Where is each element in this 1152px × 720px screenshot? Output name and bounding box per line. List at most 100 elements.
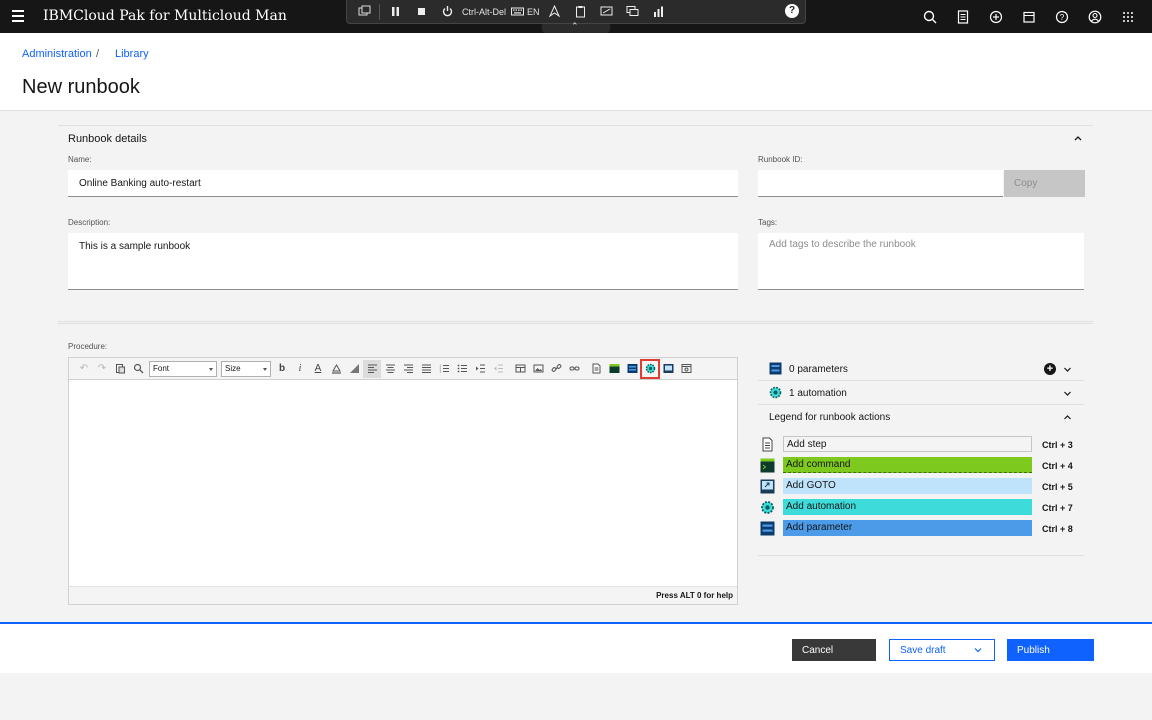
command-icon	[760, 458, 775, 473]
app-switcher-icon[interactable]	[1111, 0, 1144, 33]
description-textarea[interactable]: This is a sample runbook	[68, 233, 738, 290]
save-draft-label: Save draft	[900, 645, 946, 656]
tags-input[interactable]: Add tags to describe the runbook	[758, 233, 1084, 290]
shortcut-goto: Ctrl + 5	[1042, 482, 1073, 492]
separator	[379, 3, 380, 20]
clipboard-icon[interactable]	[568, 1, 594, 23]
parameters-count: 0 parameters	[789, 364, 848, 375]
chevron-down-icon	[974, 648, 982, 653]
unlink-icon[interactable]	[565, 360, 583, 378]
numbered-list-icon[interactable]: 123	[435, 360, 453, 378]
tags-label: Tags:	[758, 218, 778, 227]
chevron-up-icon[interactable]	[1073, 133, 1083, 143]
description-label: Description:	[68, 218, 111, 227]
add-parameter-icon[interactable]: +	[1044, 363, 1056, 375]
bold-icon[interactable]: b	[273, 360, 291, 378]
pointer-icon[interactable]	[542, 1, 568, 23]
help-icon[interactable]: ?	[1045, 0, 1078, 33]
justify-icon[interactable]	[417, 360, 435, 378]
chevron-down-icon[interactable]	[1063, 389, 1072, 398]
toolbar-collapse-tab[interactable]: ⌃	[542, 21, 610, 33]
undo-icon[interactable]: ↶	[75, 360, 93, 378]
shortcut-parameter: Ctrl + 8	[1042, 524, 1073, 534]
align-left-icon[interactable]	[363, 359, 381, 378]
add-command-icon[interactable]	[605, 360, 623, 378]
chevron-up-icon: ⌃	[571, 21, 579, 31]
screen-icon[interactable]	[594, 1, 620, 23]
svg-text:3: 3	[439, 370, 441, 374]
help-icon[interactable]: ?	[785, 4, 799, 18]
name-input[interactable]: Online Banking auto-restart	[68, 170, 738, 197]
bullet-list-icon[interactable]	[453, 360, 471, 378]
add-goto-icon[interactable]	[659, 360, 677, 378]
preview-icon[interactable]	[677, 360, 695, 378]
legend-item-step: Add step Ctrl + 3	[758, 435, 1084, 455]
stop-icon[interactable]	[408, 1, 434, 23]
monitors-icon[interactable]	[620, 1, 646, 23]
align-right-icon[interactable]	[399, 360, 417, 378]
step-icon	[762, 437, 773, 452]
automation-row[interactable]: 1 automation	[758, 381, 1084, 405]
align-center-icon[interactable]	[381, 360, 399, 378]
procedure-editor[interactable]: ↶ ↷ Font Size b i A 123 Press ALT 0 for …	[68, 357, 738, 605]
copy-button[interactable]: Copy	[1004, 170, 1085, 197]
paste-icon[interactable]	[111, 360, 129, 378]
ctrl-alt-del-button[interactable]: Ctrl-Alt-Del	[460, 1, 508, 23]
outdent-icon[interactable]	[489, 360, 507, 378]
stats-icon[interactable]	[646, 1, 672, 23]
breadcrumb-separator: /	[96, 48, 100, 60]
find-icon[interactable]	[129, 360, 147, 378]
chevron-down-icon[interactable]	[1063, 365, 1072, 374]
action-bar: Cancel Save draft Publish	[0, 622, 1152, 673]
legend-label-parameter: Add parameter	[783, 520, 1032, 536]
keyboard-language-button[interactable]: EN	[508, 1, 542, 23]
text-color-icon[interactable]: A	[309, 360, 327, 378]
highlight-color-icon[interactable]	[327, 360, 345, 378]
shortcut-step: Ctrl + 3	[1042, 440, 1073, 450]
legend-label-command: Add command	[783, 457, 1032, 473]
legend-item-parameter: Add parameter Ctrl + 8	[758, 519, 1084, 539]
add-step-icon[interactable]	[587, 360, 605, 378]
save-draft-button[interactable]: Save draft	[889, 639, 995, 661]
section-title: Runbook details	[68, 133, 147, 145]
legend-header[interactable]: Legend for runbook actions	[758, 405, 1084, 429]
procedure-label: Procedure:	[68, 342, 108, 351]
search-icon[interactable]	[913, 0, 946, 33]
shortcut-automation: Ctrl + 7	[1042, 503, 1073, 513]
size-select[interactable]: Size	[221, 360, 271, 377]
breadcrumb-administration[interactable]: Administration	[22, 48, 92, 60]
cancel-button[interactable]: Cancel	[792, 639, 876, 661]
table-icon[interactable]	[511, 360, 529, 378]
add-parameter-icon[interactable]	[623, 360, 641, 378]
header-actions: ?	[913, 0, 1144, 33]
runbook-details-section: Runbook details	[58, 125, 1093, 322]
pause-icon[interactable]	[382, 1, 408, 23]
font-select[interactable]: Font	[149, 360, 217, 377]
legend-label-automation: Add automation	[783, 499, 1032, 515]
add-icon[interactable]	[979, 0, 1012, 33]
image-icon[interactable]	[529, 360, 547, 378]
hamburger-menu-icon[interactable]	[12, 10, 24, 22]
editor-toolbar: ↶ ↷ Font Size b i A 123	[69, 358, 737, 380]
parameters-row[interactable]: 0 parameters +	[758, 357, 1084, 381]
italic-icon[interactable]: i	[291, 360, 309, 378]
breadcrumb-library[interactable]: Library	[115, 48, 149, 60]
svg-text:?: ?	[1059, 13, 1064, 22]
add-automation-icon[interactable]	[640, 358, 660, 379]
legend-title: Legend for runbook actions	[769, 412, 891, 423]
user-icon[interactable]	[1078, 0, 1111, 33]
publish-button[interactable]: Publish	[1007, 639, 1094, 661]
editor-help-text: Press ALT 0 for help	[69, 586, 737, 604]
redo-icon[interactable]: ↷	[93, 360, 111, 378]
calendar-icon[interactable]	[1012, 0, 1045, 33]
clear-format-icon[interactable]	[345, 360, 363, 378]
legend-item-command: Add command Ctrl + 4	[758, 456, 1084, 476]
indent-icon[interactable]	[471, 360, 489, 378]
chevron-up-icon[interactable]	[1063, 413, 1072, 422]
runbook-id-input[interactable]	[758, 170, 1003, 197]
notes-icon[interactable]	[946, 0, 979, 33]
legend-item-goto: Add GOTO Ctrl + 5	[758, 477, 1084, 497]
link-icon[interactable]	[547, 360, 565, 378]
windows-icon[interactable]	[351, 1, 377, 23]
power-icon[interactable]	[434, 1, 460, 23]
